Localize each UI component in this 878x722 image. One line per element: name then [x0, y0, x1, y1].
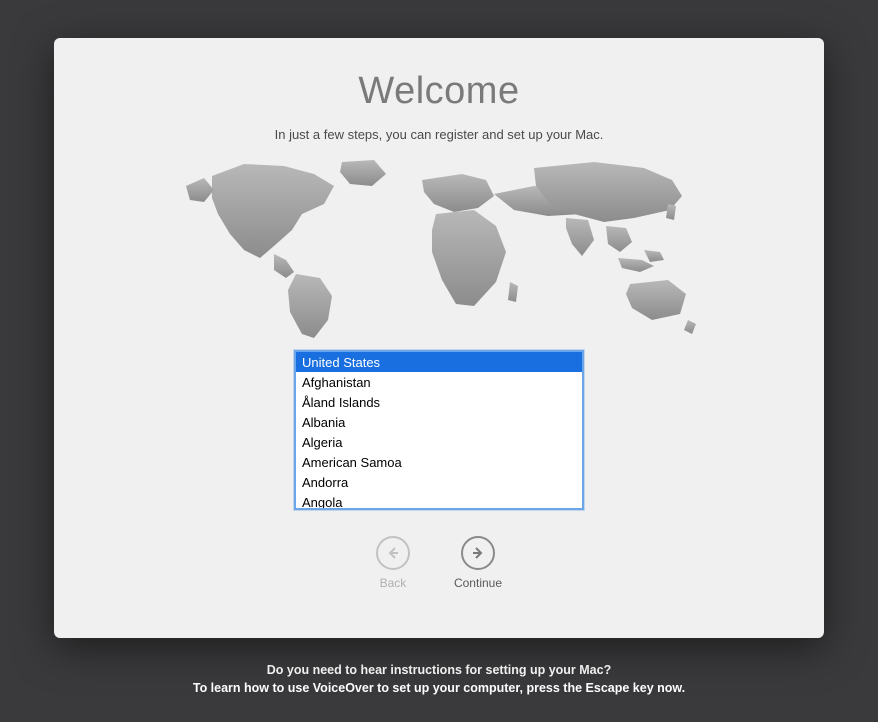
page-title: Welcome — [358, 70, 519, 113]
voiceover-hint-line1: Do you need to hear instructions for set… — [193, 662, 685, 680]
country-item[interactable]: American Samoa — [296, 452, 582, 472]
arrow-left-icon — [376, 536, 410, 570]
page-subtitle: In just a few steps, you can register an… — [275, 127, 604, 142]
country-item[interactable]: Algeria — [296, 432, 582, 452]
voiceover-hint-line2: To learn how to use VoiceOver to set up … — [193, 680, 685, 698]
country-item[interactable]: Andorra — [296, 472, 582, 492]
arrow-right-icon — [461, 536, 495, 570]
country-item[interactable]: Albania — [296, 412, 582, 432]
country-item[interactable]: Afghanistan — [296, 372, 582, 392]
continue-label: Continue — [454, 576, 502, 590]
back-label: Back — [380, 576, 407, 590]
continue-button[interactable]: Continue — [454, 536, 502, 590]
nav-buttons: Back Continue — [376, 536, 502, 590]
voiceover-hint: Do you need to hear instructions for set… — [193, 662, 685, 697]
setup-assistant-window: Welcome In just a few steps, you can reg… — [54, 38, 824, 638]
country-item[interactable]: United States — [296, 352, 582, 372]
country-item[interactable]: Angola — [296, 492, 582, 510]
country-item[interactable]: Åland Islands — [296, 392, 582, 412]
back-button[interactable]: Back — [376, 536, 410, 590]
world-map-image — [174, 156, 704, 346]
country-list[interactable]: United StatesAfghanistanÅland IslandsAlb… — [294, 350, 584, 510]
